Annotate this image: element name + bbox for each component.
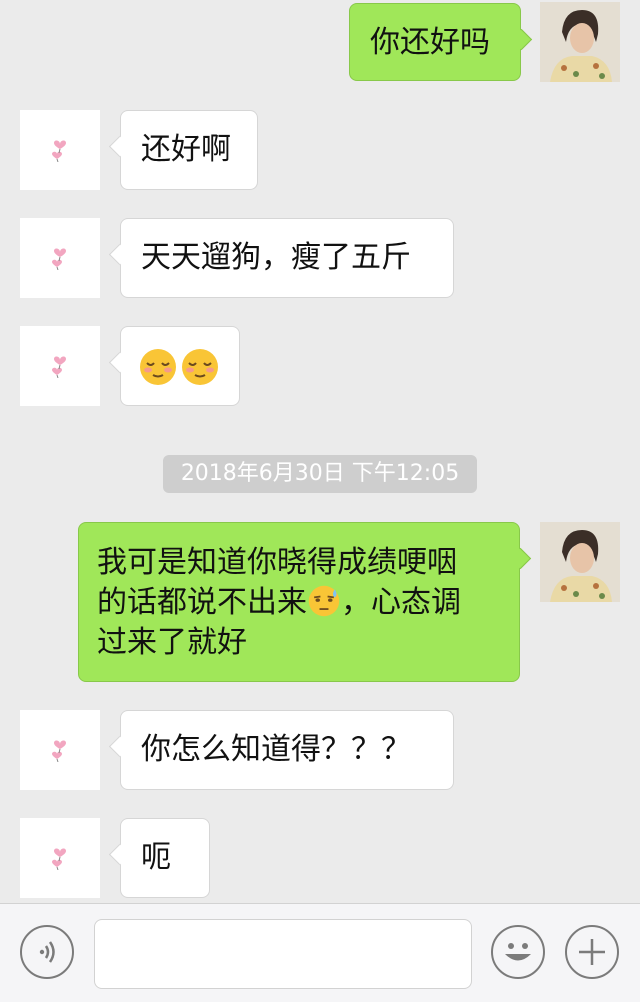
message-text-line: 我可是知道你晓得成绩哽咽 bbox=[97, 545, 457, 580]
voice-icon bbox=[39, 941, 55, 963]
message-bubble-outgoing[interactable]: 你还好吗 bbox=[349, 3, 521, 81]
timestamp-badge: 2018年6月30日 下午12:05 bbox=[163, 455, 477, 493]
message-text: 你还好吗 bbox=[370, 25, 490, 60]
relieved-face-emoji-icon bbox=[140, 348, 176, 385]
face-with-sweat-emoji-icon bbox=[308, 585, 340, 617]
input-bar bbox=[0, 903, 640, 1002]
avatar-self[interactable] bbox=[540, 522, 620, 602]
emoji-icon bbox=[505, 943, 531, 961]
message-bubble-incoming[interactable]: 天天遛狗，瘦了五斤 bbox=[120, 218, 454, 298]
message-text-line: 过来了就好 bbox=[97, 625, 247, 660]
avatar-contact[interactable] bbox=[20, 218, 100, 298]
message-text-segment: ，心态调 bbox=[341, 585, 461, 620]
heart-balloon-icon bbox=[52, 848, 66, 870]
avatar-contact[interactable] bbox=[20, 710, 100, 790]
message-bubble-incoming[interactable]: 呃 bbox=[120, 818, 210, 898]
relieved-face-emoji-icon bbox=[182, 348, 218, 385]
add-button[interactable] bbox=[565, 925, 619, 979]
chat-area[interactable]: 你还好吗 还好啊 天天遛狗，瘦了五斤 2018年6月30日 下午12:05 我可… bbox=[0, 0, 640, 903]
message-input[interactable] bbox=[94, 919, 472, 989]
heart-balloon-icon bbox=[52, 140, 66, 162]
heart-balloon-icon bbox=[52, 356, 66, 378]
message-bubble-incoming[interactable]: 还好啊 bbox=[120, 110, 258, 190]
add-icon bbox=[579, 939, 605, 965]
message-text-line: 的话都说不出来 ，心态调 bbox=[97, 583, 501, 623]
message-text: 呃 bbox=[141, 840, 171, 875]
heart-balloon-icon bbox=[52, 248, 66, 270]
avatar-contact[interactable] bbox=[20, 326, 100, 406]
message-bubble-incoming[interactable] bbox=[120, 326, 240, 406]
message-bubble-outgoing[interactable]: 我可是知道你晓得成绩哽咽 的话都说不出来 ，心态调 过来了就好 bbox=[78, 522, 520, 682]
heart-balloon-icon bbox=[52, 740, 66, 762]
message-text: 还好啊 bbox=[141, 132, 231, 167]
message-bubble-incoming[interactable]: 你怎么知道得？？？ bbox=[120, 710, 454, 790]
avatar-self[interactable] bbox=[540, 2, 620, 82]
message-text: 你怎么知道得？？？ bbox=[141, 732, 411, 767]
avatar-contact[interactable] bbox=[20, 818, 100, 898]
emoji-button[interactable] bbox=[491, 925, 545, 979]
avatar-photo-icon bbox=[540, 522, 620, 602]
avatar-photo-icon bbox=[540, 2, 620, 82]
message-text: 天天遛狗，瘦了五斤 bbox=[141, 240, 411, 275]
avatar-contact[interactable] bbox=[20, 110, 100, 190]
message-text-segment: 的话都说不出来 bbox=[97, 585, 307, 620]
voice-button[interactable] bbox=[20, 925, 74, 979]
